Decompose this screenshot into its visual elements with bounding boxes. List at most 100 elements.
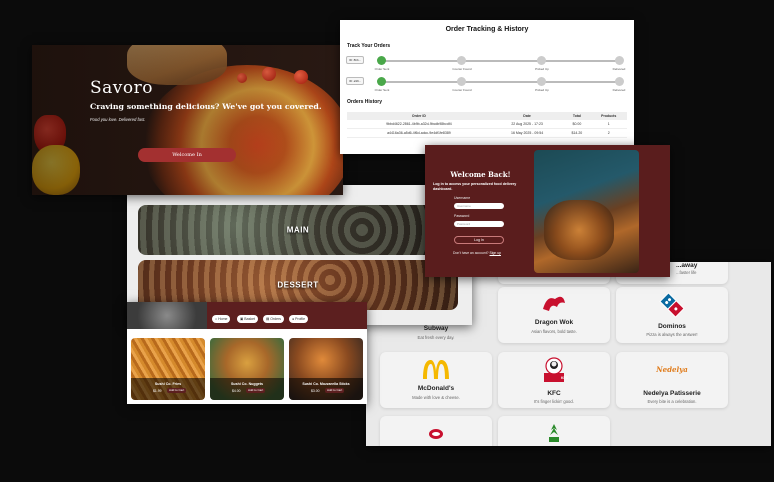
- brand-logo-icon: [549, 424, 559, 442]
- tracker-step-label: Picked Up: [535, 67, 549, 71]
- kfc-logo-text: KFC: [561, 376, 569, 380]
- restaurant-name: Dragon Wok: [534, 319, 574, 326]
- basket-icon: ▣: [240, 317, 244, 321]
- menu-panel: ⌂ Home ▣ Basket ▤ Orders ● Profile Sushi…: [127, 302, 367, 404]
- tracker-step-dot: [537, 77, 546, 86]
- add-to-cart-button[interactable]: Add to Cart: [246, 388, 266, 393]
- tracker-step-label: Order Sent: [374, 88, 390, 92]
- hero-subtext: Food you love. Delivered fast.: [90, 117, 146, 122]
- nav-basket-button[interactable]: ▣ Basket: [237, 315, 258, 323]
- tracker-step-label: Picked Up: [535, 88, 549, 92]
- restaurant-card[interactable]: [498, 416, 610, 446]
- tracker-step-dot: [537, 56, 546, 65]
- add-to-cart-button[interactable]: Add to Cart: [167, 388, 187, 393]
- restaurant-name: Nedelya Patisserie: [643, 390, 701, 397]
- hero-panel: Savoro Craving something delicious? We'v…: [32, 45, 343, 195]
- table-row[interactable]: 9bbd4622-2861-4b9b-a32d-9bcdb98bcdf4 22 …: [347, 120, 627, 129]
- history-heading: Orders History: [347, 99, 383, 105]
- col-order-id: Order ID: [347, 112, 491, 120]
- restaurant-desc: Asian flavors, bold taste.: [531, 329, 577, 334]
- col-total: Total: [563, 112, 591, 120]
- restaurant-card[interactable]: Dragon Wok Asian flavors, bold taste.: [498, 287, 610, 343]
- nav-orders-button[interactable]: ▤ Orders: [263, 315, 284, 323]
- signup-prompt-text: Don't have an account?: [453, 251, 489, 255]
- restaurant-desc: It's finger lickin' good.: [534, 399, 574, 404]
- restaurant-desc: Made with love & cheese.: [412, 395, 460, 400]
- nav-label: Basket: [244, 317, 255, 321]
- products-cell: 2: [590, 128, 627, 138]
- brand-logo-icon: [429, 429, 443, 439]
- menu-item-card[interactable]: Sushi Co. Mozzarella Sticks $3.00 Add to…: [289, 338, 363, 400]
- brand-title: Savoro: [90, 78, 153, 98]
- login-title: Welcome Back!: [450, 170, 511, 179]
- category-label: DESSERT: [277, 280, 319, 290]
- restaurant-card[interactable]: Dominos Pizza is always the answer!: [616, 287, 728, 343]
- restaurant-desc: Eat fresh every day.: [417, 335, 455, 340]
- restaurant-name: ...away: [676, 262, 698, 269]
- order-id-cell: a4416a36-a5d6-4f6d-adcc-9e4df1fe8389: [347, 128, 491, 138]
- tracker-id: ID: a99...: [346, 77, 365, 85]
- tracker-step-label: Delivered: [612, 88, 626, 92]
- tracker-step-label: Delivered: [612, 67, 626, 71]
- menu-item-price: $3.00: [311, 389, 320, 393]
- tracker-step-label: Order Sent: [374, 67, 390, 71]
- tracker-step-dot: [457, 77, 466, 86]
- restaurant-card[interactable]: KFC KFC It's finger lickin' good.: [498, 352, 610, 408]
- dominos-logo-icon: [659, 292, 685, 318]
- col-products: Products: [590, 112, 627, 120]
- menu-item-name: Sushi Co. Fries: [154, 382, 182, 386]
- tracker-step-dot: [615, 77, 624, 86]
- orders-title: Order Tracking & History: [445, 26, 529, 33]
- restaurant-desc: ...faster life: [676, 270, 697, 275]
- table-row[interactable]: a4416a36-a5d6-4f6d-adcc-9e4df1fe8389 16 …: [347, 128, 627, 138]
- profile-icon: ●: [292, 317, 295, 321]
- tracker-line: [382, 81, 620, 83]
- add-to-cart-button[interactable]: Add to Cart: [325, 388, 345, 393]
- tracker-step-label: Courier Found: [452, 67, 472, 71]
- track-heading: Track Your Orders: [347, 43, 391, 49]
- menu-item-card[interactable]: Sushi Co. Nuggets $4.00 Add to Cart: [210, 338, 284, 400]
- hero-tagline: Craving something delicious? We've got y…: [90, 102, 322, 111]
- restaurant-card[interactable]: [380, 416, 492, 446]
- dragon-wok-logo-icon: [543, 296, 565, 311]
- menu-item-card[interactable]: Sushi Co. Fries $1.99 Add to Cart: [131, 338, 205, 400]
- nav-profile-button[interactable]: ● Profile: [289, 315, 309, 323]
- header-photo: [127, 302, 207, 329]
- tracker-step-dot: [615, 56, 624, 65]
- tracker-step-dot: [377, 56, 386, 65]
- date-cell: 16 May 2025 - 09:54: [490, 128, 564, 138]
- order-id-cell: 9bbd4622-2861-4b9b-a32d-9bcdb98bcdf4: [347, 120, 491, 129]
- restaurant-card[interactable]: McDonald's Made with love & cheese.: [380, 352, 492, 408]
- category-card-main[interactable]: MAIN: [138, 205, 458, 255]
- orders-icon: ▤: [266, 317, 270, 321]
- password-input[interactable]: Password: [454, 221, 504, 227]
- tracker-id: ID: 8bb...: [346, 56, 365, 64]
- welcome-in-button[interactable]: Welcome In: [138, 148, 236, 162]
- date-cell: 22 Aug 2025 - 17:23: [490, 120, 564, 129]
- nav-home-button[interactable]: ⌂ Home: [212, 315, 231, 323]
- password-label: Password: [454, 214, 470, 218]
- orders-table: Order ID Date Total Products 9bbd4622-28…: [347, 112, 627, 138]
- username-input[interactable]: Username: [454, 203, 504, 209]
- restaurant-name: KFC: [547, 390, 561, 397]
- login-button[interactable]: Log In: [454, 236, 504, 244]
- restaurant-desc: Pizza is always the answer!: [646, 332, 698, 337]
- menu-item-price: $1.99: [153, 389, 162, 393]
- mcdonalds-logo-icon: [423, 360, 449, 379]
- col-date: Date: [490, 112, 564, 120]
- tracker-step-dot: [377, 77, 386, 86]
- signup-link[interactable]: Sign up: [489, 251, 501, 255]
- username-label: Username: [454, 196, 471, 200]
- nedelya-logo-icon: Nedelya: [656, 365, 688, 374]
- total-cell: $14.20: [563, 128, 591, 138]
- products-cell: 1: [590, 120, 627, 129]
- category-label: MAIN: [286, 225, 310, 235]
- menu-item-name: Sushi Co. Mozzarella Sticks: [302, 382, 350, 386]
- menu-item-price: $4.00: [232, 389, 241, 393]
- restaurant-name: Dominos: [658, 323, 686, 330]
- login-panel: Welcome Back! Log in to access your pers…: [425, 145, 670, 277]
- home-icon: ⌂: [215, 317, 218, 321]
- restaurant-card[interactable]: Nedelya Nedelya Patisserie Every bite is…: [616, 352, 728, 408]
- menu-header: ⌂ Home ▣ Basket ▤ Orders ● Profile: [127, 302, 367, 329]
- restaurant-name: McDonald's: [417, 385, 455, 392]
